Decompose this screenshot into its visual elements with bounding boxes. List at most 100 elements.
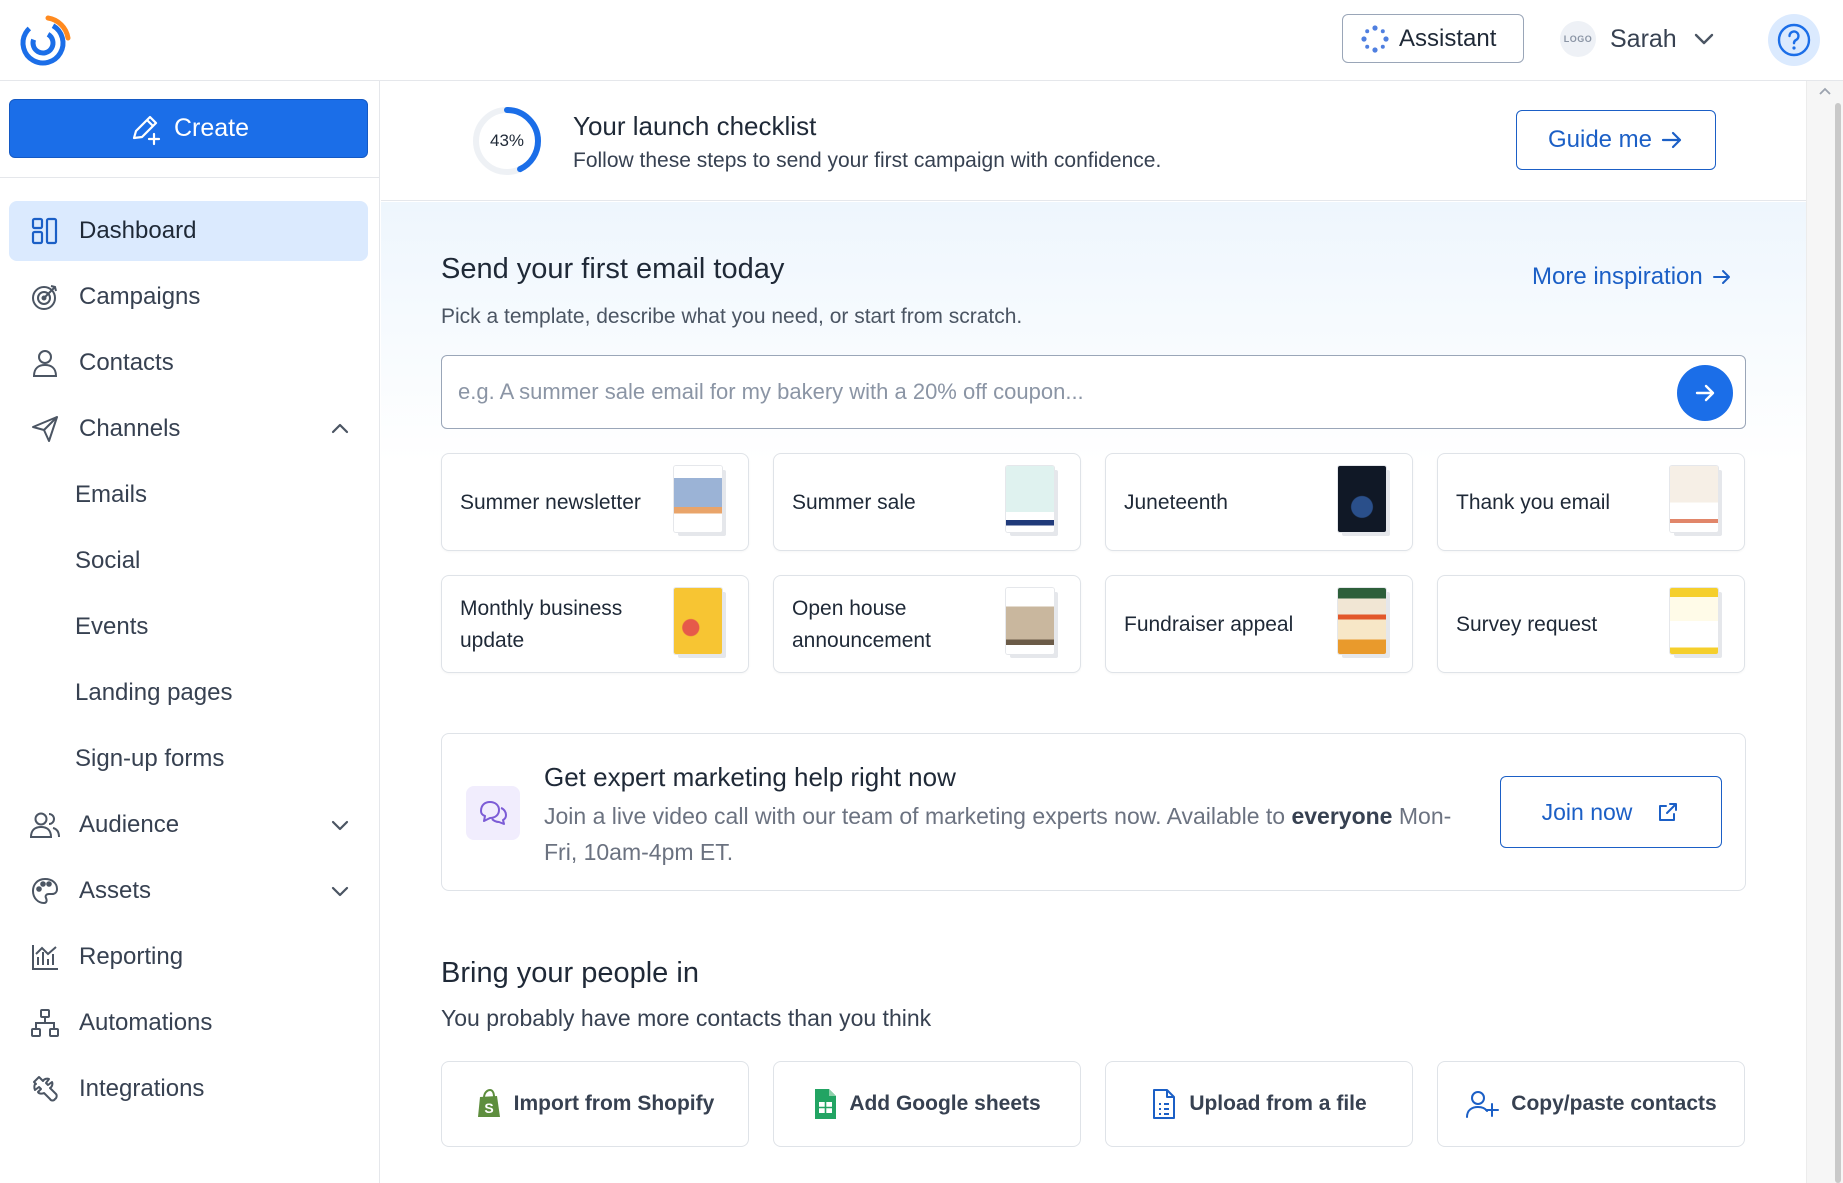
page-scrollbar[interactable] <box>1806 81 1843 1183</box>
chat-bubbles-icon <box>480 801 507 825</box>
shopify-bag-icon: S <box>477 1089 500 1117</box>
arrow-right-icon <box>1661 131 1682 149</box>
create-button[interactable]: Create <box>9 99 368 158</box>
sidebar-item-channels[interactable]: Channels <box>9 399 368 459</box>
template-card-fundraiser-appeal[interactable]: Fundraiser appeal <box>1105 575 1413 673</box>
template-thumbnail <box>1006 588 1054 654</box>
sidebar-item-label: Channels <box>79 415 181 442</box>
create-label: Create <box>173 114 250 142</box>
import-label: Add Google sheets <box>849 1092 1041 1115</box>
template-thumbnail <box>1338 466 1386 532</box>
expert-title: Get expert marketing help right now <box>544 762 956 792</box>
sidebar-item-integrations[interactable]: Integrations <box>9 1059 368 1119</box>
email-prompt-input[interactable] <box>458 356 1658 428</box>
checklist-subtitle: Follow these steps to send your first ca… <box>573 149 1162 172</box>
sidebar-item-campaigns[interactable]: Campaigns <box>9 267 368 327</box>
template-card-summer-newsletter[interactable]: Summer newsletter <box>441 453 749 551</box>
account-menu[interactable]: LOGO Sarah <box>1560 18 1717 60</box>
import-options: S Import from Shopify Add Google sheets … <box>441 1061 1747 1147</box>
more-inspiration-link[interactable]: More inspiration <box>1532 263 1733 291</box>
expert-text: Join a live video call with our team of … <box>544 798 1484 870</box>
arrow-right-icon <box>1712 270 1730 284</box>
sidebar-subitem-signup-forms[interactable]: Sign-up forms <box>9 729 368 789</box>
file-icon <box>1153 1089 1176 1119</box>
template-card-juneteenth[interactable]: Juneteenth <box>1105 453 1413 551</box>
help-button[interactable] <box>1768 14 1820 66</box>
arrow-right-icon <box>1695 384 1715 402</box>
email-prompt-box <box>441 355 1746 429</box>
sidebar-item-automations[interactable]: Automations <box>9 993 368 1053</box>
sidebar-item-label: Reporting <box>79 943 184 970</box>
bar-chart-icon <box>32 945 58 970</box>
import-shopify-button[interactable]: S Import from Shopify <box>441 1061 749 1147</box>
expert-icon-wrap <box>466 786 520 840</box>
sidebar-subitem-social[interactable]: Social <box>9 531 368 591</box>
template-label: Survey request <box>1456 613 1598 636</box>
import-label: Import from Shopify <box>513 1092 715 1115</box>
copy-paste-contacts-button[interactable]: Copy/paste contacts <box>1437 1061 1745 1147</box>
flowchart-icon <box>31 1009 59 1037</box>
sidebar-item-label: Audience <box>79 811 180 838</box>
more-inspiration-label: More inspiration <box>1532 263 1703 290</box>
assistant-label: Assistant <box>1399 24 1497 52</box>
sidebar-item-dashboard[interactable]: Dashboard <box>9 201 368 261</box>
join-now-label: Join now <box>1541 798 1633 825</box>
sidebar-item-assets[interactable]: Assets <box>9 861 368 921</box>
scroll-up-arrow-icon[interactable] <box>1817 85 1833 97</box>
palette-icon <box>31 877 59 905</box>
upload-file-button[interactable]: Upload from a file <box>1105 1061 1413 1147</box>
chevron-down-icon <box>331 820 349 831</box>
sidebar-subitem-events[interactable]: Events <box>9 597 368 657</box>
sidebar-item-label: Assets <box>79 877 152 904</box>
template-card-survey-request[interactable]: Survey request <box>1437 575 1745 673</box>
target-icon <box>32 285 57 310</box>
sidebar-item-label: Campaigns <box>79 283 201 310</box>
template-card-monthly-business-update[interactable]: Monthly business update <box>441 575 749 673</box>
sidebar-subitem-emails[interactable]: Emails <box>9 465 368 525</box>
add-person-icon <box>1466 1091 1500 1118</box>
top-bar: Assistant LOGO Sarah <box>0 0 1843 81</box>
sidebar-item-label: Integrations <box>79 1075 205 1102</box>
sidebar-divider <box>0 177 380 178</box>
avatar: LOGO <box>1560 21 1596 57</box>
sidebar-item-reporting[interactable]: Reporting <box>9 927 368 987</box>
assistant-button[interactable]: Assistant <box>1342 14 1524 63</box>
import-label: Upload from a file <box>1189 1092 1367 1115</box>
sidebar-item-audience[interactable]: Audience <box>9 795 368 855</box>
main-content: 43% Your launch checklist Follow these s… <box>381 81 1806 1183</box>
checklist-progress-label: 43% <box>489 131 525 150</box>
guide-me-button[interactable]: Guide me <box>1516 110 1716 170</box>
app-logo-icon[interactable] <box>18 14 72 68</box>
people-title: Bring your people in <box>441 957 699 989</box>
sidebar-item-label: Dashboard <box>79 217 197 244</box>
join-now-button[interactable]: Join now <box>1500 776 1722 848</box>
expert-help-card: Get expert marketing help right now Join… <box>441 733 1746 891</box>
sidebar-item-contacts[interactable]: Contacts <box>9 333 368 393</box>
person-icon <box>32 350 58 377</box>
add-google-sheets-button[interactable]: Add Google sheets <box>773 1061 1081 1147</box>
google-sheets-icon <box>815 1089 837 1119</box>
prompt-submit-button[interactable] <box>1677 365 1733 421</box>
paper-plane-icon <box>32 416 58 442</box>
template-card-thank-you-email[interactable]: Thank you email <box>1437 453 1745 551</box>
sidebar: Create Dashboard Campaigns Contacts Chan… <box>0 81 380 1183</box>
scroll-thumb[interactable] <box>1835 103 1841 1183</box>
chevron-down-icon <box>1694 33 1713 45</box>
pencil-plus-icon <box>132 115 161 145</box>
template-label: Thank you email <box>1456 491 1611 514</box>
template-card-summer-sale[interactable]: Summer sale <box>773 453 1081 551</box>
sidebar-subitem-landing-pages[interactable]: Landing pages <box>9 663 368 723</box>
chevron-down-icon <box>331 886 349 897</box>
template-label: Summer newsletter <box>460 491 641 514</box>
chevron-up-icon <box>331 423 349 434</box>
import-label: Copy/paste contacts <box>1511 1092 1717 1115</box>
sidebar-item-label: Automations <box>79 1009 213 1036</box>
people-icon <box>29 812 60 838</box>
people-subtitle: You probably have more contacts than you… <box>441 1005 932 1031</box>
template-thumbnail <box>1338 588 1386 654</box>
template-label: Open house announcement <box>792 597 931 652</box>
expert-text-bold: everyone <box>1291 803 1393 829</box>
template-card-open-house-announcement[interactable]: Open house announcement <box>773 575 1081 673</box>
first-email-title: Send your first email today <box>441 253 785 285</box>
template-grid: Summer newsletter Summer sale Juneteenth… <box>441 453 1747 673</box>
